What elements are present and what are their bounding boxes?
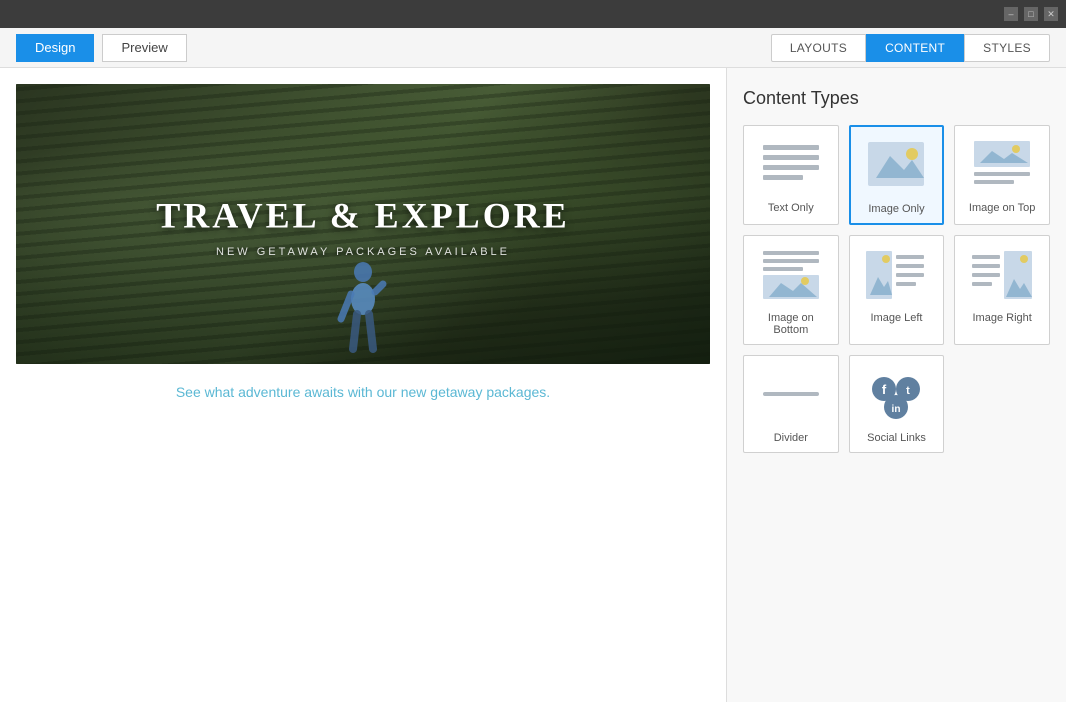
content-type-image-on-top[interactable]: Image on Top <box>954 125 1050 225</box>
title-bar: – □ ✕ <box>0 0 1066 28</box>
tab-design[interactable]: Design <box>16 34 94 62</box>
image-left-label: Image Left <box>871 312 923 324</box>
right-panel: Content Types Text Only <box>726 68 1066 702</box>
divider-icon <box>756 366 826 424</box>
image-left-icon <box>861 246 931 304</box>
svg-text:t: t <box>907 385 911 397</box>
hero-title: TRAVEL & EXPLORE <box>156 195 569 237</box>
image-on-bottom-label: Image on Bottom <box>750 312 832 336</box>
hero-image: TRAVEL & EXPLORE NEW GETAWAY PACKAGES AV… <box>16 84 710 364</box>
image-right-label: Image Right <box>973 312 1032 324</box>
content-type-social-links[interactable]: f t in Social Links <box>849 355 945 453</box>
svg-text:f: f <box>882 382 887 397</box>
section-title: Content Types <box>743 88 1050 109</box>
image-on-top-label: Image on Top <box>969 202 1035 214</box>
image-only-icon <box>861 137 931 195</box>
content-type-divider[interactable]: Divider <box>743 355 839 453</box>
image-only-label: Image Only <box>868 203 924 215</box>
content-type-image-right[interactable]: Image Right <box>954 235 1050 345</box>
social-links-label: Social Links <box>867 432 926 444</box>
close-button[interactable]: ✕ <box>1044 7 1058 21</box>
svg-text:in: in <box>892 404 901 415</box>
content-type-image-only[interactable]: Image Only <box>849 125 945 225</box>
header-nav: LAYOUTS CONTENT STYLES <box>771 34 1050 62</box>
nav-layouts[interactable]: LAYOUTS <box>771 34 866 62</box>
content-type-grid: Text Only Image Only <box>743 125 1050 453</box>
nav-content[interactable]: CONTENT <box>866 34 964 62</box>
description-text: See what adventure awaits with our new g… <box>16 378 710 407</box>
content-type-image-on-bottom[interactable]: Image on Bottom <box>743 235 839 345</box>
tab-preview[interactable]: Preview <box>102 34 186 62</box>
image-right-icon <box>967 246 1037 304</box>
maximize-button[interactable]: □ <box>1024 7 1038 21</box>
content-type-image-left[interactable]: Image Left <box>849 235 945 345</box>
divider-label: Divider <box>774 432 808 444</box>
content-type-text-only[interactable]: Text Only <box>743 125 839 225</box>
minimize-button[interactable]: – <box>1004 7 1018 21</box>
text-only-icon <box>756 136 826 194</box>
image-on-bottom-icon <box>756 246 826 304</box>
header: Design Preview LAYOUTS CONTENT STYLES <box>0 28 1066 68</box>
social-links-icon: f t in <box>861 366 931 424</box>
nav-styles[interactable]: STYLES <box>964 34 1050 62</box>
image-on-top-icon <box>967 136 1037 194</box>
text-only-label: Text Only <box>768 202 814 214</box>
hero-person <box>333 254 393 364</box>
left-panel: TRAVEL & EXPLORE NEW GETAWAY PACKAGES AV… <box>0 68 726 702</box>
main-area: TRAVEL & EXPLORE NEW GETAWAY PACKAGES AV… <box>0 68 1066 702</box>
window-controls: – □ ✕ <box>1004 7 1058 21</box>
